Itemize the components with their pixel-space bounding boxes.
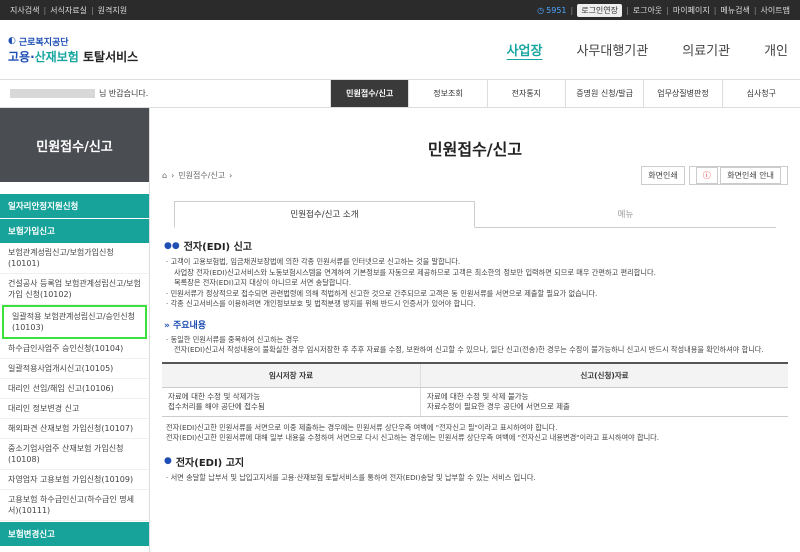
main-nav: 사업장 사무대행기관 의료기관 개인 — [507, 40, 788, 59]
sidebar-item[interactable]: 자영업자 고용보험 가입신청(10109) — [0, 470, 149, 490]
paragraph: 목록장은 전자(EDI)고지 대상이 아니므로 서면 송달합니다. — [174, 278, 351, 287]
mypage-link[interactable]: 마이페이지 — [673, 5, 710, 16]
sidebar-item[interactable]: 건설공사 등록업 보험관계성립신고/보험가입 신청(10102) — [0, 274, 149, 305]
table-cell: 자료에 대한 수정 및 삭제 불가능 — [426, 391, 529, 401]
section-edi-notice: ● 전자(EDI) 고지 — [164, 456, 245, 469]
subnav-review-request[interactable]: 심사청구 — [721, 80, 800, 107]
table-row: 자료에 대한 수정 및 삭제가능 접수처리를 해야 공단에 접수됨 자료에 대한 … — [162, 387, 788, 417]
sidebar-item[interactable]: 고용보험 하수급인신고(하수급인 명세서)(10111) — [0, 490, 149, 521]
nav-medical[interactable]: 의료기관 — [682, 40, 730, 59]
sub-nav: 민원접수/신고 정보조회 전자통지 증명원 신청/발급 업무상질병판정 심사청구 — [330, 80, 800, 107]
site-logo[interactable]: ◐ 근로복지공단 고용·산재보험 토탈서비스 — [8, 35, 138, 65]
nav-personal[interactable]: 개인 — [764, 40, 788, 59]
section-edi-report: ●● 전자(EDI) 신고 — [164, 240, 252, 254]
subnav-info-inquiry[interactable]: 정보조회 — [408, 80, 486, 107]
remote-support-link[interactable]: 원격지원 — [98, 5, 127, 16]
sidebar-title: 민원접수/신고 — [0, 108, 149, 182]
table-cell: 자료에 대한 수정 및 삭제가능 — [168, 391, 261, 401]
paragraph: 전자(EDI)신고한 민원서류에 대해 일부 내용을 수정하여 서면으로 다시 … — [166, 433, 660, 442]
paragraph: · 각종 신고서비스를 이용하려면 개인정보보호 및 법적분쟁 방지를 위해 반… — [166, 299, 476, 308]
paragraph: 전자(EDI)신고서 작성내용이 불확실한 경우 임시저장한 후 추후 자료를 … — [174, 345, 764, 354]
paragraph: · 동일한 민원서류를 중복하여 신고하는 경우 — [166, 334, 299, 344]
breadcrumb: ⌂ › 민원접수/신고 › — [162, 170, 233, 181]
home-icon[interactable]: ⌂ — [162, 171, 167, 180]
print-button[interactable]: 화면인쇄 — [641, 166, 685, 185]
welcome-text: 님 반갑습니다. — [99, 89, 149, 98]
table-cell: 접수처리를 해야 공단에 접수됨 — [168, 401, 265, 411]
top-utility-bar: 지사검색 | 서식자료실 | 원격지원 ◷ 5951 | 로그인연장 | 로그아웃 | 마이… — [0, 0, 800, 20]
sidebar-cat-insurance-join[interactable]: 보험가입신고 — [0, 219, 149, 243]
page-title: 민원접수/신고 — [427, 140, 523, 159]
nav-workplace[interactable]: 사업장 — [507, 40, 543, 59]
sidebar: 민원접수/신고 일자리안정지원신청 보험가입신고 보험관계성립신고/보험가입신청… — [0, 108, 150, 552]
subnav-certificate[interactable]: 증명원 신청/발급 — [564, 80, 643, 107]
redacted-username — [10, 89, 95, 98]
sidebar-item[interactable]: 보험관계성립신고/보험가입신청(10101) — [0, 243, 149, 274]
alert-icon: ⓘ — [695, 167, 718, 184]
section-main-content: » 주요내용 — [164, 320, 207, 331]
clock-icon: ◷ — [537, 5, 545, 15]
agency-logo-icon: ◐ — [8, 36, 16, 46]
main-content: 민원접수/신고 ⌂ › 민원접수/신고 › 화면인쇄 ⓘ 화면인쇄 안내 민원접수/… — [150, 108, 800, 552]
tab-intro[interactable]: 민원접수/신고 소개 — [174, 201, 475, 228]
subnav-civil-report[interactable]: 민원접수/신고 — [330, 80, 409, 107]
sidebar-item[interactable]: 중소기업사업주 산재보험 가입신청(10108) — [0, 439, 149, 470]
sidebar-item[interactable]: 해외파견 산재보험 가입신청(10107) — [0, 419, 149, 439]
sitemap-link[interactable]: 사이트맵 — [761, 5, 790, 16]
branch-search-link[interactable]: 지사검색 — [10, 5, 39, 16]
tab-menu[interactable]: 메뉴 — [475, 201, 776, 227]
sidebar-cat-insurance-change[interactable]: 보험변경신고 — [0, 522, 149, 546]
print-guide-button[interactable]: ⓘ 화면인쇄 안내 — [688, 166, 788, 185]
forms-library-link[interactable]: 서식자료실 — [50, 5, 87, 16]
menu-search-link[interactable]: 메뉴검색 — [720, 5, 749, 16]
paragraph: 전자(EDI)신고한 민원서류를 서면으로 이중 제출하는 경우에는 민원서류 … — [166, 422, 558, 432]
sidebar-item[interactable]: 대리인 선임/해임 신고(10106) — [0, 379, 149, 399]
subnav-disease-judgment[interactable]: 업무상질병판정 — [643, 80, 721, 107]
logout-link[interactable]: 로그아웃 — [633, 5, 662, 16]
service-name-b: 산재보험 — [34, 49, 79, 64]
paragraph: · 민원서류가 정상적으로 접수되면 관련법령에 의해 적법하게 신고한 것으로… — [166, 288, 598, 298]
sidebar-item[interactable]: 대리인 정보변경 신고 — [0, 399, 149, 419]
sidebar-item-selected[interactable]: 일괄적용 보험관계성립신고/승인신청(10103) — [2, 305, 147, 339]
paragraph: 사업장 전자(EDI)신고서비스와 노동보험시스템을 연계하여 기본정보를 자동… — [174, 267, 656, 277]
welcome-bar: 님 반갑습니다. 민원접수/신고 정보조회 전자통지 증명원 신청/발급 업무상… — [0, 80, 800, 108]
sidebar-cat-job-stability[interactable]: 일자리안정지원신청 — [0, 194, 149, 218]
sidebar-item[interactable]: 일괄적용사업개시신고(10105) — [0, 359, 149, 379]
table-header: 임시저장 자료 — [162, 361, 421, 388]
service-name-a: 고용· — [8, 49, 35, 64]
table-cell: 자료수정이 필요한 경우 공단에 서면으로 제출 — [426, 401, 570, 411]
service-name-c: 토탈서비스 — [78, 49, 139, 64]
paragraph: · 서면 송달할 납부서 및 납입고지서를 고용·산재보험 토탈서비스를 통하여… — [166, 472, 536, 482]
session-timer: ◷ 5951 — [537, 5, 567, 15]
content-tabs: 민원접수/신고 소개 메뉴 — [174, 201, 776, 228]
comparison-table: 임시저장 자료 신고(신청)자료 자료에 대한 수정 및 삭제가능 접수처리를 해… — [162, 361, 788, 417]
site-header: ◐ 근로복지공단 고용·산재보험 토탈서비스 사업장 사무대행기관 의료기관 개인 — [0, 20, 800, 80]
nav-agency[interactable]: 사무대행기관 — [576, 40, 648, 59]
agency-name: 근로복지공단 — [18, 37, 69, 48]
paragraph: · 고객이 고용보험법, 임금채권보장법에 의한 각종 민원서류를 인터넷으로 … — [166, 257, 461, 266]
table-header: 신고(신청)자료 — [419, 361, 788, 388]
subnav-e-notice[interactable]: 전자통지 — [486, 80, 565, 107]
sidebar-item[interactable]: 하수급인사업주 승인신청(10104) — [0, 339, 149, 359]
breadcrumb-item[interactable]: 민원접수/신고 — [178, 170, 225, 181]
login-extend-button[interactable]: 로그인연장 — [577, 3, 623, 17]
